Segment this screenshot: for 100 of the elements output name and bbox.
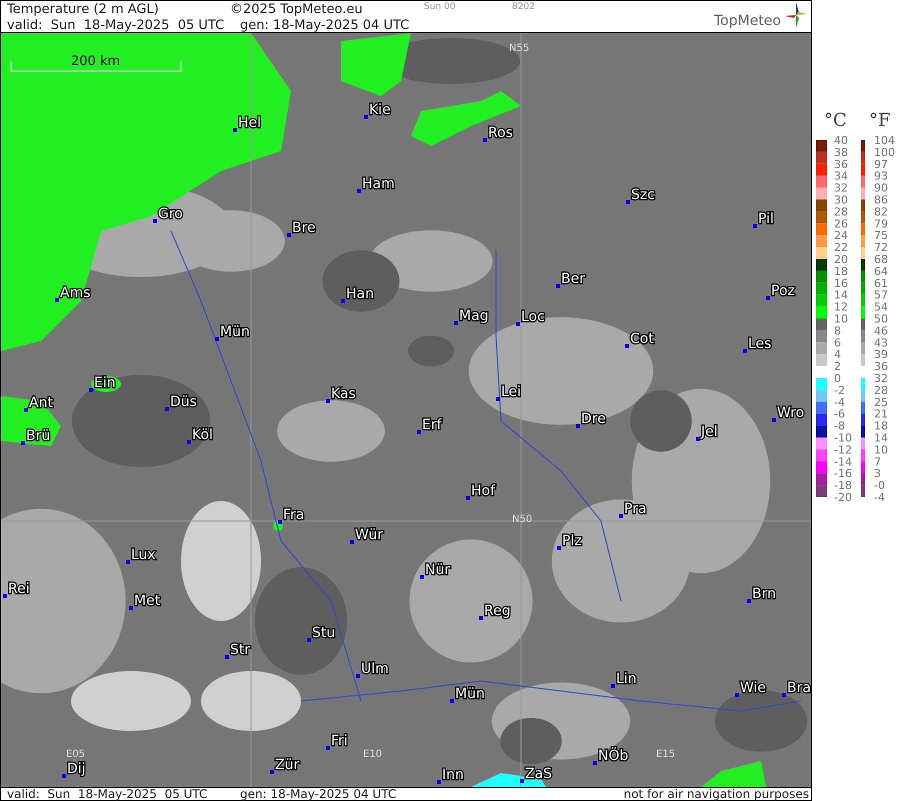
city-marker-icon bbox=[278, 520, 282, 524]
city-label: Wie bbox=[740, 680, 766, 696]
legend-label: 18 bbox=[834, 264, 848, 278]
city-marker-icon bbox=[483, 138, 487, 142]
legend-label: 30 bbox=[834, 194, 848, 206]
city-marker-icon bbox=[735, 693, 739, 697]
legend-label: 7 bbox=[874, 455, 881, 468]
valid-time: valid: Sun 18-May-2025 05 UTC bbox=[7, 19, 226, 32]
legend-label: -4 bbox=[834, 396, 845, 409]
city-marker-icon bbox=[556, 284, 560, 288]
city-label: Erf bbox=[422, 417, 442, 433]
city-marker-icon bbox=[417, 430, 421, 434]
grid-label: E15 bbox=[656, 749, 676, 760]
legend-label: 100 bbox=[874, 146, 895, 159]
legend-label: 10 bbox=[874, 443, 888, 456]
legend-label: -12 bbox=[834, 443, 852, 456]
city-marker-icon bbox=[611, 684, 615, 688]
city-marker-icon bbox=[437, 780, 441, 784]
legend-label: 6 bbox=[834, 336, 841, 350]
city-marker-icon bbox=[479, 616, 483, 620]
legend-label: 32 bbox=[874, 372, 888, 385]
city-label: Bra bbox=[787, 680, 811, 696]
legend-label: 36 bbox=[874, 360, 888, 374]
city-label: Mag bbox=[459, 308, 489, 324]
legend-label: 46 bbox=[874, 324, 888, 338]
city-label: Hel bbox=[238, 115, 262, 131]
city-marker-icon bbox=[129, 606, 133, 610]
city-marker-icon bbox=[626, 200, 630, 204]
city-marker-icon bbox=[466, 496, 470, 500]
scale-label: 200 km bbox=[71, 54, 120, 69]
city-marker-icon bbox=[743, 349, 747, 353]
run-label: Sun 00 bbox=[424, 3, 456, 14]
city-marker-icon bbox=[350, 540, 354, 544]
legend-label: -0 bbox=[874, 479, 885, 492]
legend-label: -18 bbox=[834, 479, 852, 492]
city-label: Kas bbox=[331, 386, 356, 402]
legend-label: 24 bbox=[834, 229, 848, 242]
city-marker-icon bbox=[233, 128, 237, 132]
star-logo-icon bbox=[785, 2, 807, 28]
city-marker-icon bbox=[782, 693, 786, 697]
legend-label: 57 bbox=[874, 288, 888, 302]
city-label: Hof bbox=[471, 483, 496, 499]
legend-label: 68 bbox=[874, 253, 888, 266]
city-marker-icon bbox=[696, 437, 700, 441]
grid-label: E05 bbox=[66, 749, 86, 760]
valid-time: valid: Sun 18-May-2025 05 UTC bbox=[7, 788, 208, 800]
legend-label: -8 bbox=[834, 420, 845, 433]
city-marker-icon bbox=[625, 344, 629, 348]
city-marker-icon bbox=[307, 638, 311, 642]
city-marker-icon bbox=[454, 321, 458, 325]
city-label: Wro bbox=[777, 405, 804, 421]
city-marker-icon bbox=[420, 575, 424, 579]
logo-text: TopMeteo bbox=[714, 14, 781, 28]
city-marker-icon bbox=[165, 407, 169, 411]
city-label: Fra bbox=[283, 507, 304, 523]
city-label: Ein bbox=[94, 375, 116, 391]
legend-label: 86 bbox=[874, 194, 888, 206]
legend-label: -4 bbox=[874, 491, 885, 504]
city-label: Str bbox=[230, 642, 250, 658]
city-marker-icon bbox=[357, 189, 361, 193]
legend-label: 34 bbox=[834, 170, 848, 183]
legend-label: 10 bbox=[834, 312, 848, 326]
city-label: Ams bbox=[60, 285, 91, 301]
legend-label: 40 bbox=[834, 134, 848, 147]
city-marker-icon bbox=[270, 770, 274, 774]
legend-label: 22 bbox=[834, 241, 848, 254]
city-label: Jel bbox=[701, 424, 718, 440]
city-marker-icon bbox=[772, 418, 776, 422]
legend-label: 79 bbox=[874, 217, 888, 230]
city-marker-icon bbox=[24, 408, 28, 412]
city-label: Poz bbox=[771, 283, 795, 299]
city-marker-icon bbox=[557, 546, 561, 550]
city-marker-icon bbox=[187, 440, 191, 444]
city-label: Szc bbox=[631, 187, 655, 203]
city-marker-icon bbox=[516, 322, 520, 326]
city-marker-icon bbox=[341, 299, 345, 303]
legend-label: 72 bbox=[874, 241, 888, 254]
celsius-unit: °C bbox=[824, 110, 847, 131]
legend-label: 54 bbox=[874, 300, 888, 314]
city-label: Ant bbox=[29, 395, 53, 411]
legend-label: 3 bbox=[874, 467, 881, 480]
grid-label: N50 bbox=[512, 514, 532, 525]
legend-label: -20 bbox=[834, 491, 852, 504]
city-label: Les bbox=[748, 336, 772, 352]
copyright-text: ©2025 TopMeteo.eu bbox=[230, 3, 364, 16]
city-label: NÖb bbox=[598, 748, 628, 764]
city-marker-icon bbox=[450, 699, 454, 703]
grid-label: E10 bbox=[363, 749, 382, 760]
city-label: Ham bbox=[362, 176, 395, 192]
code-label: 8202 bbox=[512, 3, 535, 14]
generated-time: gen: 18-May-2025 04 UTC bbox=[240, 19, 410, 32]
city-label: Rei bbox=[8, 581, 30, 597]
legend-label: 38 bbox=[834, 146, 848, 159]
legend-label: 18 bbox=[874, 420, 888, 433]
city-label: Bre bbox=[292, 220, 316, 236]
city-marker-icon bbox=[593, 761, 597, 765]
city-marker-icon bbox=[753, 224, 757, 228]
city-label: Köl bbox=[192, 427, 213, 443]
legend-label: -14 bbox=[834, 455, 852, 468]
city-label: Pra bbox=[624, 501, 647, 517]
